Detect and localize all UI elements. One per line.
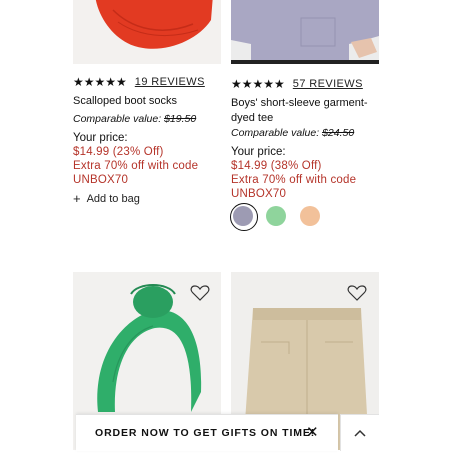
promo-banner[interactable]: ORDER NOW TO GET GIFTS ON TIME! ✕ — [76, 414, 338, 451]
red-socks-image — [95, 0, 213, 49]
product-name[interactable]: Boys' short-sleeve garment- dyed tee — [231, 96, 368, 126]
reviews-link[interactable]: 57 REVIEWS — [293, 77, 363, 91]
lavender-tee-image — [231, 0, 379, 64]
heart-icon[interactable] — [190, 284, 210, 302]
promo-text: Extra 70% off with code — [231, 174, 357, 186]
promo-banner-text: ORDER NOW TO GET GIFTS ON TIME! — [95, 427, 316, 439]
plus-icon: + — [73, 191, 81, 206]
product-image-boys-tee[interactable] — [231, 0, 379, 64]
product-name[interactable]: Scalloped boot socks — [73, 94, 177, 109]
rating-stars: ★★★★★ — [73, 75, 127, 89]
scroll-to-top-button[interactable] — [340, 414, 379, 451]
price-label: Your price: — [231, 146, 286, 158]
heart-icon[interactable] — [347, 284, 367, 302]
rating-row: ★★★★★ 19 REVIEWS — [73, 75, 205, 89]
promo-code: UNBOX70 — [231, 188, 287, 200]
comparable-value: Comparable value: $19.50 — [73, 113, 197, 125]
sale-price: $14.99 (38% Off) — [231, 160, 322, 172]
add-to-bag-button[interactable]: + Add to bag — [73, 192, 140, 206]
color-swatch-peach[interactable] — [300, 206, 320, 226]
price-label: Your price: — [73, 132, 128, 144]
rating-row: ★★★★★ 57 REVIEWS — [231, 77, 363, 91]
promo-text: Extra 70% off with code — [73, 160, 199, 172]
chevron-up-icon — [354, 429, 366, 437]
promo-code: UNBOX70 — [73, 174, 129, 186]
close-icon[interactable]: ✕ — [306, 423, 319, 441]
product-image-scalloped-boot-socks[interactable] — [73, 0, 221, 64]
add-to-bag-label: Add to bag — [86, 193, 140, 205]
comparable-value: Comparable value: $24.50 — [231, 127, 355, 139]
sale-price: $14.99 (23% Off) — [73, 146, 164, 158]
color-swatch-lavender[interactable] — [230, 203, 258, 231]
color-swatch-green[interactable] — [266, 206, 286, 226]
rating-stars: ★★★★★ — [231, 77, 285, 91]
reviews-link[interactable]: 19 REVIEWS — [135, 75, 205, 89]
